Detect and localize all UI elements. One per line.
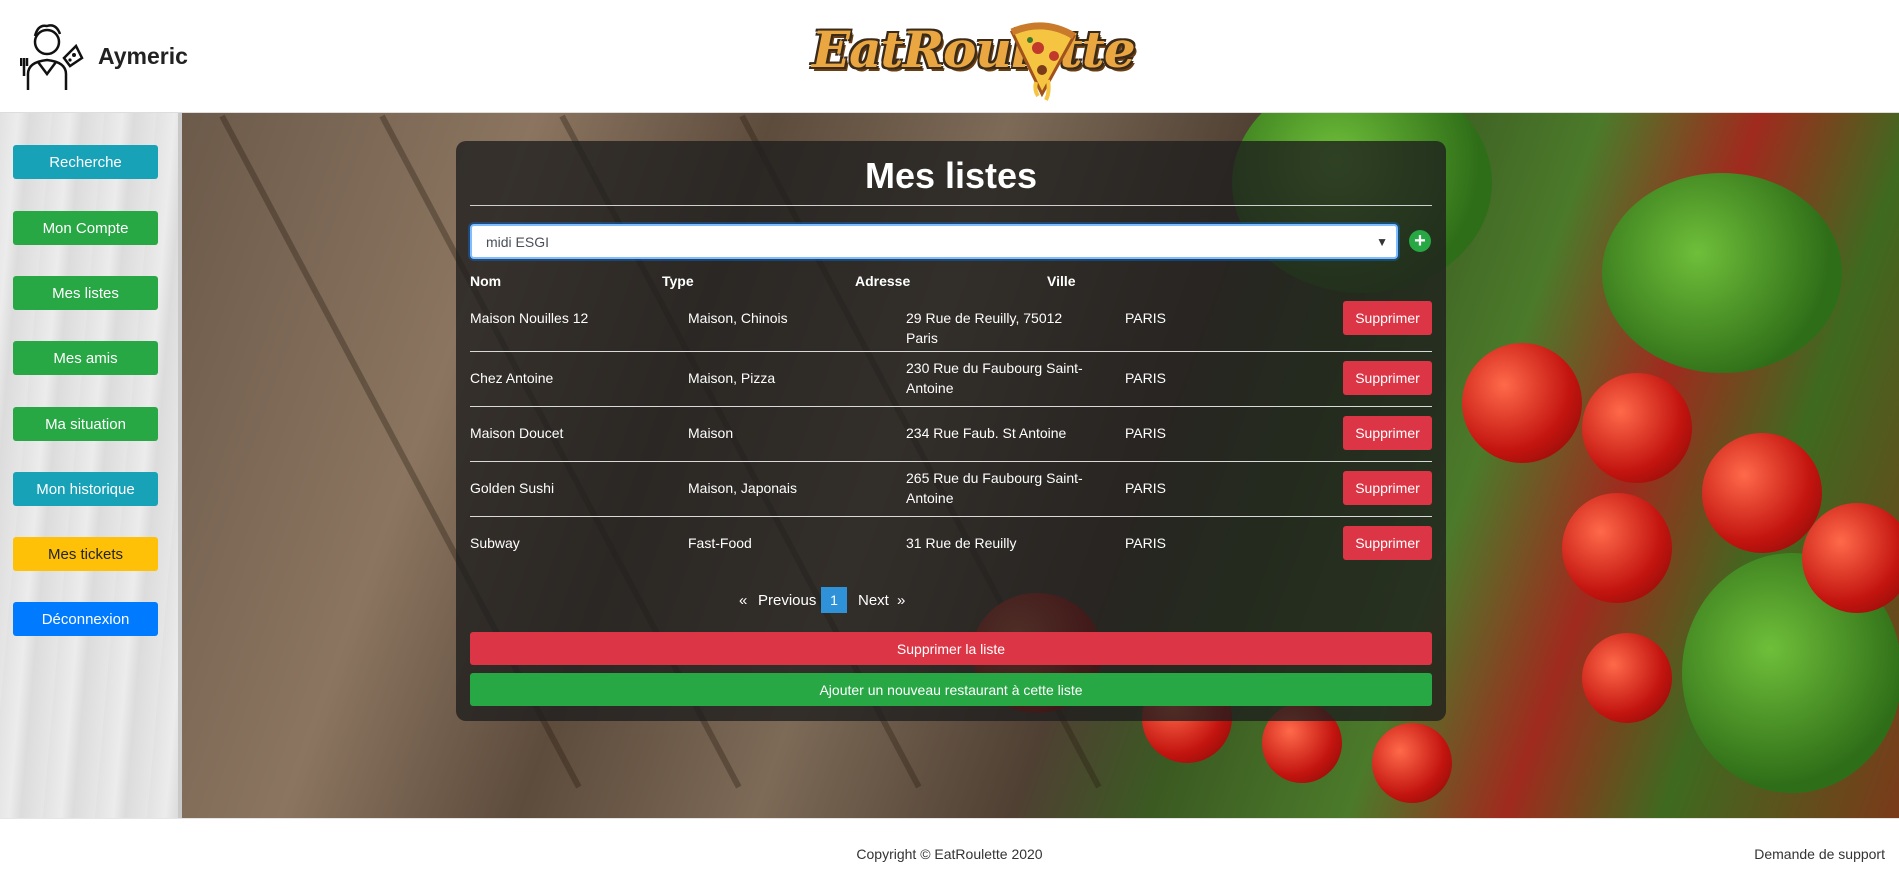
pagination-page-current[interactable]: 1	[821, 587, 847, 613]
cell-ville: PARIS	[1125, 480, 1166, 496]
tomato	[1582, 373, 1692, 483]
header: Aymeric EatRoulette	[0, 0, 1899, 113]
cell-adresse: 29 Rue de Reuilly, 75012 Paris	[906, 310, 1063, 346]
cell-nom: Chez Antoine	[470, 370, 554, 386]
user-name: Aymeric	[98, 42, 188, 69]
pagination-previous[interactable]: Previous	[758, 592, 816, 609]
cell-adresse: 31 Rue de Reuilly	[906, 535, 1017, 551]
cell-type: Maison, Pizza	[688, 370, 776, 386]
pizza-slice-icon	[1009, 22, 1077, 101]
add-list-button[interactable]: +	[1409, 230, 1431, 252]
sidebar-item-ma-situation[interactable]: Ma situation	[13, 407, 158, 441]
copyright-text: Copyright © EatRoulette 2020	[856, 846, 1043, 862]
column-header-type: Type	[662, 273, 694, 289]
pagination-last[interactable]: »	[897, 592, 905, 609]
list-select[interactable]: midi ESGI ▼	[470, 224, 1398, 259]
delete-restaurant-button[interactable]: Supprimer	[1343, 526, 1432, 560]
eatroulette-logo[interactable]: EatRoulette	[812, 16, 1136, 101]
table-row: Subway Fast-Food 31 Rue de Reuilly PARIS…	[470, 517, 1432, 572]
cell-nom: Maison Doucet	[470, 425, 564, 441]
sidebar-item-mon-compte[interactable]: Mon Compte	[13, 211, 158, 245]
table-row: Maison Nouilles 12 Maison, Chinois 29 Ru…	[470, 291, 1432, 346]
sidebar-item-mon-historique[interactable]: Mon historique	[13, 472, 158, 506]
tomato	[1562, 493, 1672, 603]
logo-text: EatRoulette	[812, 20, 1136, 79]
sidebar: Recherche Mon Compte Mes listes Mes amis…	[0, 113, 182, 818]
chef-avatar-icon	[20, 24, 84, 90]
cell-type: Maison	[688, 425, 734, 441]
add-restaurant-button[interactable]: Ajouter un nouveau restaurant à cette li…	[470, 673, 1432, 706]
cell-adresse: 230 Rue du Faubourg Saint-Antoine	[906, 360, 1083, 396]
column-header-nom: Nom	[470, 273, 502, 289]
column-header-ville: Ville	[1047, 273, 1076, 289]
delete-restaurant-button[interactable]: Supprimer	[1343, 471, 1432, 505]
cell-ville: PARIS	[1125, 425, 1166, 441]
sidebar-item-mes-amis[interactable]: Mes amis	[13, 341, 158, 375]
delete-restaurant-button[interactable]: Supprimer	[1343, 416, 1432, 450]
delete-list-button[interactable]: Supprimer la liste	[470, 632, 1432, 665]
table-row: Chez Antoine Maison, Pizza 230 Rue du Fa…	[470, 352, 1432, 407]
cell-nom: Subway	[470, 535, 520, 551]
cell-type: Fast-Food	[688, 535, 752, 551]
sidebar-item-mes-listes[interactable]: Mes listes	[13, 276, 158, 310]
cell-type: Maison, Chinois	[688, 310, 788, 326]
cell-ville: PARIS	[1125, 370, 1166, 386]
tomato	[1582, 633, 1672, 723]
user-block[interactable]: Aymeric	[20, 18, 188, 94]
cell-nom: Golden Sushi	[470, 480, 555, 496]
cell-ville: PARIS	[1125, 535, 1166, 551]
cell-nom: Maison Nouilles 12	[470, 310, 589, 326]
delete-restaurant-button[interactable]: Supprimer	[1343, 361, 1432, 395]
support-link[interactable]: Demande de support	[1754, 846, 1885, 862]
delete-restaurant-button[interactable]: Supprimer	[1343, 301, 1432, 335]
cell-type: Maison, Japonais	[688, 480, 797, 496]
page-title: Mes listes	[864, 155, 1038, 196]
sidebar-item-mes-tickets[interactable]: Mes tickets	[13, 537, 158, 571]
sidebar-item-deconnexion[interactable]: Déconnexion	[13, 602, 158, 636]
sidebar-item-recherche[interactable]: Recherche	[13, 145, 158, 179]
column-header-adresse: Adresse	[855, 273, 911, 289]
cell-ville: PARIS	[1125, 310, 1166, 326]
greens	[1602, 173, 1842, 373]
plus-circle-icon: +	[1414, 230, 1426, 252]
list-select-value: midi ESGI	[486, 233, 550, 250]
pagination: « Previous 1 Next »	[456, 587, 1446, 615]
tomato	[1372, 723, 1452, 803]
divider	[470, 205, 1432, 206]
cell-adresse: 234 Rue Faub. St Antoine	[906, 425, 1067, 441]
footer: Copyright © EatRoulette 2020 Demande de …	[0, 818, 1899, 881]
pagination-first[interactable]: «	[739, 592, 747, 609]
tomato	[1462, 343, 1582, 463]
table-row: Golden Sushi Maison, Japonais 265 Rue du…	[470, 462, 1432, 517]
cell-adresse: 265 Rue du Faubourg Saint-Antoine	[906, 470, 1083, 506]
table-row: Maison Doucet Maison 234 Rue Faub. St An…	[470, 407, 1432, 462]
chevron-down-icon: ▼	[1376, 235, 1388, 249]
pagination-next[interactable]: Next	[858, 592, 889, 609]
tomato	[1702, 433, 1822, 553]
lists-panel: Mes listes midi ESGI ▼ + Nom Type Adress…	[456, 141, 1446, 721]
